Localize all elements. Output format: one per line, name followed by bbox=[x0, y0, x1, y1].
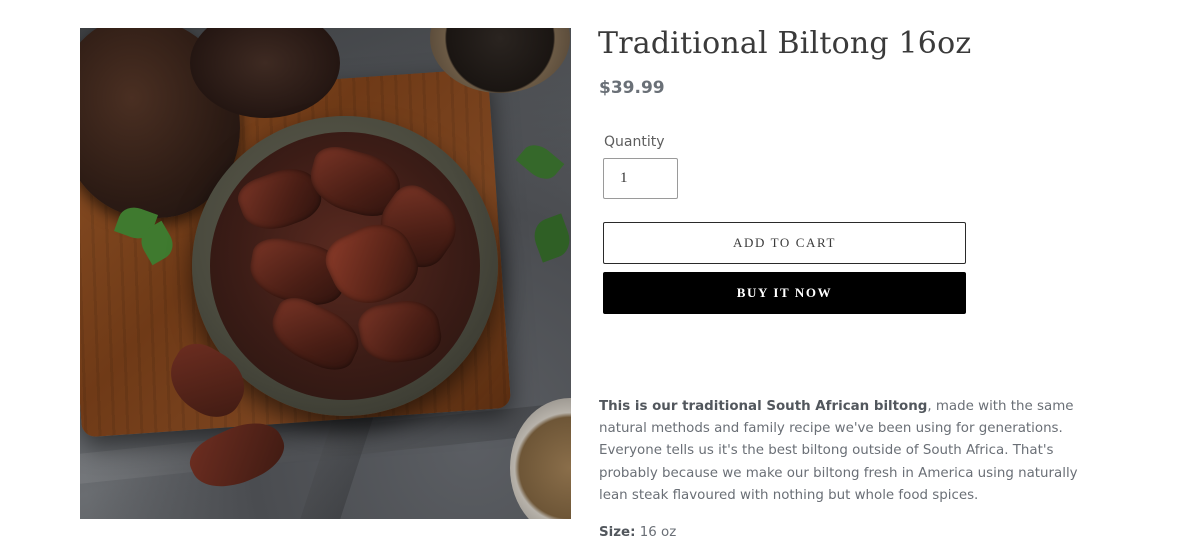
size-label: Size: bbox=[599, 525, 636, 540]
size-value: 16 oz bbox=[635, 525, 677, 540]
product-title: Traditional Biltong 16oz bbox=[598, 26, 972, 61]
description-lead: This is our traditional South African bi… bbox=[599, 399, 928, 414]
parsley-leaf-icon bbox=[515, 138, 565, 186]
product-price: $39.99 bbox=[599, 78, 665, 98]
product-page: Traditional Biltong 16oz $39.99 Quantity… bbox=[0, 0, 1200, 559]
quantity-input[interactable] bbox=[603, 158, 678, 199]
quantity-label: Quantity bbox=[604, 134, 665, 150]
parsley-leaf-icon bbox=[529, 213, 571, 263]
biltong-piece bbox=[355, 295, 445, 369]
description-body: , made with the same natural methods and… bbox=[599, 399, 1078, 503]
biltong-piece bbox=[262, 290, 368, 379]
buy-it-now-button[interactable]: Buy it now bbox=[603, 272, 966, 314]
product-size: Size: 16 oz bbox=[599, 525, 676, 540]
biltong-pile bbox=[210, 132, 480, 400]
add-to-cart-button[interactable]: Add to cart bbox=[603, 222, 966, 264]
product-image[interactable] bbox=[80, 28, 571, 519]
product-description: This is our traditional South African bi… bbox=[599, 396, 1089, 507]
